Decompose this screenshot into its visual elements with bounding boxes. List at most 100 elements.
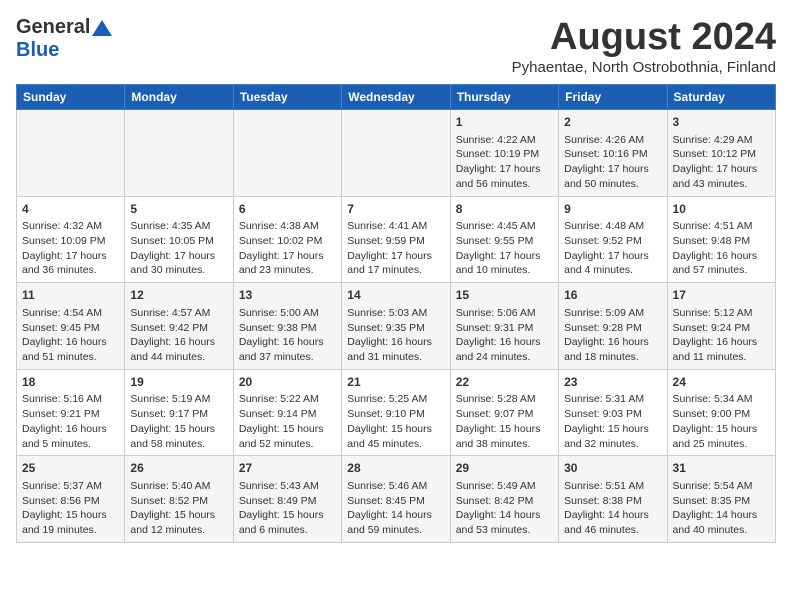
cell-text: Daylight: 16 hours and 18 minutes. — [564, 335, 661, 364]
location-title: Pyhaentae, North Ostrobothnia, Finland — [512, 59, 776, 76]
day-number: 13 — [239, 287, 336, 304]
cell-text: Sunset: 10:09 PM — [22, 234, 119, 249]
day-number: 18 — [22, 374, 119, 391]
cell-text: Sunrise: 4:41 AM — [347, 219, 444, 234]
cell-text: Daylight: 15 hours and 25 minutes. — [673, 422, 770, 451]
calendar-cell — [125, 110, 233, 197]
cell-text: Daylight: 16 hours and 51 minutes. — [22, 335, 119, 364]
day-number: 26 — [130, 460, 227, 477]
logo-blue-text: Blue — [16, 39, 59, 61]
cell-text: Daylight: 16 hours and 24 minutes. — [456, 335, 553, 364]
cell-text: Daylight: 16 hours and 57 minutes. — [673, 249, 770, 278]
cell-text: Daylight: 15 hours and 58 minutes. — [130, 422, 227, 451]
day-number: 22 — [456, 374, 553, 391]
cell-text: Daylight: 16 hours and 44 minutes. — [130, 335, 227, 364]
cell-text: Sunrise: 5:09 AM — [564, 306, 661, 321]
header-row: SundayMondayTuesdayWednesdayThursdayFrid… — [17, 85, 776, 110]
day-number: 19 — [130, 374, 227, 391]
day-number: 4 — [22, 201, 119, 218]
cell-text: Sunset: 9:07 PM — [456, 407, 553, 422]
calendar-cell: 1Sunrise: 4:22 AMSunset: 10:19 PMDayligh… — [450, 110, 558, 197]
cell-text: Sunset: 9:55 PM — [456, 234, 553, 249]
cell-text: Sunset: 8:35 PM — [673, 494, 770, 509]
calendar-cell — [342, 110, 450, 197]
cell-text: Sunset: 8:52 PM — [130, 494, 227, 509]
calendar-cell: 23Sunrise: 5:31 AMSunset: 9:03 PMDayligh… — [559, 369, 667, 456]
cell-text: Daylight: 15 hours and 12 minutes. — [130, 508, 227, 537]
col-header-tuesday: Tuesday — [233, 85, 341, 110]
calendar-cell: 17Sunrise: 5:12 AMSunset: 9:24 PMDayligh… — [667, 283, 775, 370]
cell-text: Sunset: 8:56 PM — [22, 494, 119, 509]
cell-text: Daylight: 16 hours and 11 minutes. — [673, 335, 770, 364]
calendar-cell: 30Sunrise: 5:51 AMSunset: 8:38 PMDayligh… — [559, 456, 667, 543]
calendar-cell: 7Sunrise: 4:41 AMSunset: 9:59 PMDaylight… — [342, 196, 450, 283]
cell-text: Sunrise: 5:03 AM — [347, 306, 444, 321]
cell-text: Sunrise: 4:57 AM — [130, 306, 227, 321]
week-row-1: 1Sunrise: 4:22 AMSunset: 10:19 PMDayligh… — [17, 110, 776, 197]
day-number: 8 — [456, 201, 553, 218]
cell-text: Sunrise: 4:35 AM — [130, 219, 227, 234]
cell-text: Daylight: 17 hours and 23 minutes. — [239, 249, 336, 278]
col-header-friday: Friday — [559, 85, 667, 110]
cell-text: Sunrise: 4:29 AM — [673, 133, 770, 148]
cell-text: Sunrise: 5:25 AM — [347, 392, 444, 407]
logo-icon — [92, 20, 112, 36]
day-number: 23 — [564, 374, 661, 391]
calendar-cell: 2Sunrise: 4:26 AMSunset: 10:16 PMDayligh… — [559, 110, 667, 197]
cell-text: Sunset: 9:31 PM — [456, 321, 553, 336]
cell-text: Sunrise: 4:48 AM — [564, 219, 661, 234]
cell-text: Sunset: 9:21 PM — [22, 407, 119, 422]
cell-text: Sunset: 9:00 PM — [673, 407, 770, 422]
day-number: 25 — [22, 460, 119, 477]
cell-text: Daylight: 15 hours and 19 minutes. — [22, 508, 119, 537]
day-number: 9 — [564, 201, 661, 218]
logo: General Blue — [16, 16, 112, 62]
calendar-cell: 10Sunrise: 4:51 AMSunset: 9:48 PMDayligh… — [667, 196, 775, 283]
calendar-cell: 12Sunrise: 4:57 AMSunset: 9:42 PMDayligh… — [125, 283, 233, 370]
day-number: 30 — [564, 460, 661, 477]
day-number: 10 — [673, 201, 770, 218]
cell-text: Sunset: 9:59 PM — [347, 234, 444, 249]
day-number: 3 — [673, 114, 770, 131]
calendar-cell: 22Sunrise: 5:28 AMSunset: 9:07 PMDayligh… — [450, 369, 558, 456]
day-number: 6 — [239, 201, 336, 218]
calendar-cell: 11Sunrise: 4:54 AMSunset: 9:45 PMDayligh… — [17, 283, 125, 370]
cell-text: Sunrise: 5:06 AM — [456, 306, 553, 321]
day-number: 27 — [239, 460, 336, 477]
calendar-cell: 19Sunrise: 5:19 AMSunset: 9:17 PMDayligh… — [125, 369, 233, 456]
day-number: 17 — [673, 287, 770, 304]
calendar-cell: 25 Sunrise: 5:37 AMSunset: 8:56 PMDayligh… — [17, 456, 125, 543]
cell-text: Daylight: 15 hours and 45 minutes. — [347, 422, 444, 451]
cell-text: Sunset: 9:48 PM — [673, 234, 770, 249]
calendar-cell: 20Sunrise: 5:22 AMSunset: 9:14 PMDayligh… — [233, 369, 341, 456]
calendar-cell: 24Sunrise: 5:34 AMSunset: 9:00 PMDayligh… — [667, 369, 775, 456]
cell-text: Sunrise: 5:19 AM — [130, 392, 227, 407]
cell-text: Sunset: 9:17 PM — [130, 407, 227, 422]
cell-text: Sunset: 8:49 PM — [239, 494, 336, 509]
calendar-cell: 21Sunrise: 5:25 AMSunset: 9:10 PMDayligh… — [342, 369, 450, 456]
cell-text: Daylight: 17 hours and 10 minutes. — [456, 249, 553, 278]
calendar-cell — [17, 110, 125, 197]
cell-text: Sunrise: 4:38 AM — [239, 219, 336, 234]
calendar-cell: 13Sunrise: 5:00 AMSunset: 9:38 PMDayligh… — [233, 283, 341, 370]
day-number: 12 — [130, 287, 227, 304]
cell-text: Sunset: 9:03 PM — [564, 407, 661, 422]
cell-text: Daylight: 14 hours and 40 minutes. — [673, 508, 770, 537]
cell-text: Sunrise: 5:16 AM — [22, 392, 119, 407]
cell-text: Sunset: 10:02 PM — [239, 234, 336, 249]
col-header-thursday: Thursday — [450, 85, 558, 110]
cell-text: Daylight: 17 hours and 43 minutes. — [673, 162, 770, 191]
logo-general-text: General — [16, 16, 90, 39]
cell-text: Sunrise: 5:46 AM — [347, 479, 444, 494]
cell-text: Sunset: 8:38 PM — [564, 494, 661, 509]
cell-text: Sunrise: 5:00 AM — [239, 306, 336, 321]
cell-text: Sunrise: 4:32 AM — [22, 219, 119, 234]
cell-text: Sunrise: 4:45 AM — [456, 219, 553, 234]
cell-text: Daylight: 17 hours and 30 minutes. — [130, 249, 227, 278]
cell-text: Sunrise: 5:28 AM — [456, 392, 553, 407]
cell-text: Daylight: 17 hours and 36 minutes. — [22, 249, 119, 278]
cell-text: Sunset: 9:28 PM — [564, 321, 661, 336]
cell-text: Sunset: 9:38 PM — [239, 321, 336, 336]
cell-text: Sunrise: 5:37 AM — [22, 479, 119, 494]
day-number: 5 — [130, 201, 227, 218]
